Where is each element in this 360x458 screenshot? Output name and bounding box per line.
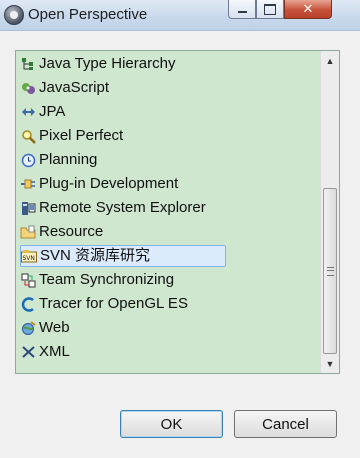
opengl-tracer-icon bbox=[20, 296, 36, 312]
perspective-list[interactable]: Java Type Hierarchy JavaScript JPA Pixel Pe… bbox=[15, 50, 340, 374]
web-icon bbox=[20, 320, 36, 336]
perspective-item[interactable]: JavaScript bbox=[20, 77, 226, 99]
perspective-item[interactable]: Remote System Explorer bbox=[20, 197, 226, 219]
svn-icon: SVN bbox=[21, 248, 37, 264]
perspective-label: Plug-in Development bbox=[39, 175, 179, 192]
maximize-button[interactable] bbox=[256, 0, 284, 19]
perspective-label: Resource bbox=[39, 223, 104, 240]
perspective-item[interactable]: Team Synchronizing bbox=[20, 269, 226, 291]
minimize-button[interactable] bbox=[228, 0, 256, 19]
svg-text:SVN: SVN bbox=[23, 255, 35, 262]
perspective-label: Planning bbox=[39, 151, 98, 168]
perspective-label: Java Type Hierarchy bbox=[39, 55, 176, 72]
title-bar: Open Perspective ✕ bbox=[0, 0, 360, 31]
scroll-thumb[interactable] bbox=[323, 188, 337, 354]
javascript-icon bbox=[20, 80, 36, 96]
perspective-label: JPA bbox=[39, 103, 66, 120]
minimize-icon bbox=[237, 11, 247, 13]
team-sync-icon bbox=[20, 272, 36, 288]
perspective-label: Web bbox=[39, 319, 70, 336]
eclipse-app-icon bbox=[4, 5, 24, 25]
clock-icon bbox=[20, 152, 36, 168]
window-title: Open Perspective bbox=[28, 6, 148, 23]
perspective-label: Tracer for OpenGL ES bbox=[39, 295, 188, 312]
perspective-label: Pixel Perfect bbox=[39, 127, 124, 144]
xml-icon bbox=[20, 344, 36, 360]
scroll-down-icon[interactable]: ▼ bbox=[321, 355, 339, 372]
perspective-item[interactable]: Planning bbox=[20, 149, 226, 171]
jpa-icon bbox=[20, 104, 36, 120]
perspective-item[interactable]: Pixel Perfect bbox=[20, 125, 226, 147]
perspective-item[interactable]: Plug-in Development bbox=[20, 173, 226, 195]
close-button[interactable]: ✕ bbox=[284, 0, 332, 19]
perspective-item[interactable]: SVN SVN 资源库研究 bbox=[20, 245, 226, 267]
perspective-label: Team Synchronizing bbox=[39, 271, 175, 288]
perspective-label: Remote System Explorer bbox=[39, 199, 206, 216]
ok-button[interactable]: OK bbox=[120, 410, 223, 438]
magnifier-icon bbox=[20, 128, 36, 144]
perspective-label: SVN 资源库研究 bbox=[40, 247, 151, 264]
plugin-icon bbox=[20, 176, 36, 192]
perspective-item[interactable]: JPA bbox=[20, 101, 226, 123]
perspective-item[interactable]: XML bbox=[20, 341, 226, 363]
perspective-item[interactable]: Tracer for OpenGL ES bbox=[20, 293, 226, 315]
perspective-item[interactable]: Resource bbox=[20, 221, 226, 243]
perspective-item[interactable]: Web bbox=[20, 317, 226, 339]
remote-system-icon bbox=[20, 200, 36, 216]
perspective-item[interactable]: Java Type Hierarchy bbox=[20, 53, 226, 75]
hierarchy-icon bbox=[20, 56, 36, 72]
perspective-label: XML bbox=[39, 343, 70, 360]
cancel-button[interactable]: Cancel bbox=[234, 410, 337, 438]
maximize-icon bbox=[264, 3, 276, 15]
close-icon: ✕ bbox=[302, 1, 314, 16]
perspective-label: JavaScript bbox=[39, 79, 110, 96]
folder-icon bbox=[20, 224, 36, 240]
scroll-up-icon[interactable]: ▲ bbox=[321, 52, 339, 69]
vertical-scrollbar[interactable]: ▲ ▼ bbox=[320, 51, 339, 373]
grip-icon bbox=[326, 266, 334, 276]
